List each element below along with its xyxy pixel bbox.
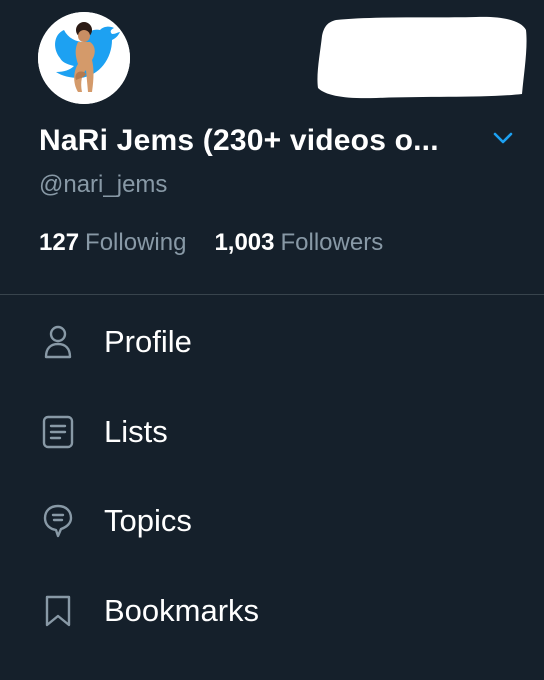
menu-item-lists[interactable]: Lists [0, 394, 544, 470]
avatar[interactable] [38, 12, 130, 104]
user-handle: @nari_jems [39, 171, 168, 198]
followers-count: 1,003 [214, 229, 275, 256]
topics-icon [40, 503, 76, 539]
avatar-image [38, 12, 130, 104]
following-link[interactable]: 127 Following [39, 229, 186, 257]
divider [0, 294, 544, 295]
list-icon [40, 414, 76, 450]
chevron-down-icon [493, 132, 513, 144]
menu-item-bookmarks[interactable]: Bookmarks [0, 573, 544, 649]
menu-item-topics[interactable]: Topics [0, 483, 544, 559]
following-count: 127 [39, 229, 80, 256]
menu-item-label: Topics [104, 503, 192, 538]
account-switch-button[interactable] [486, 124, 520, 152]
redaction-mark [316, 14, 528, 100]
menu-item-label: Profile [104, 324, 192, 359]
display-name[interactable]: NaRi Jems (230+ videos o... [39, 124, 439, 158]
menu-item-profile[interactable]: Profile [0, 304, 544, 380]
followers-link[interactable]: 1,003 Followers [214, 229, 383, 257]
menu-item-label: Bookmarks [104, 593, 260, 628]
followers-label: Followers [280, 229, 384, 256]
following-label: Following [85, 229, 187, 256]
person-icon [40, 324, 76, 360]
menu-item-label: Lists [104, 414, 168, 449]
bookmark-icon [40, 593, 76, 629]
follow-stats: 127 Following 1,003 Followers [39, 229, 383, 257]
